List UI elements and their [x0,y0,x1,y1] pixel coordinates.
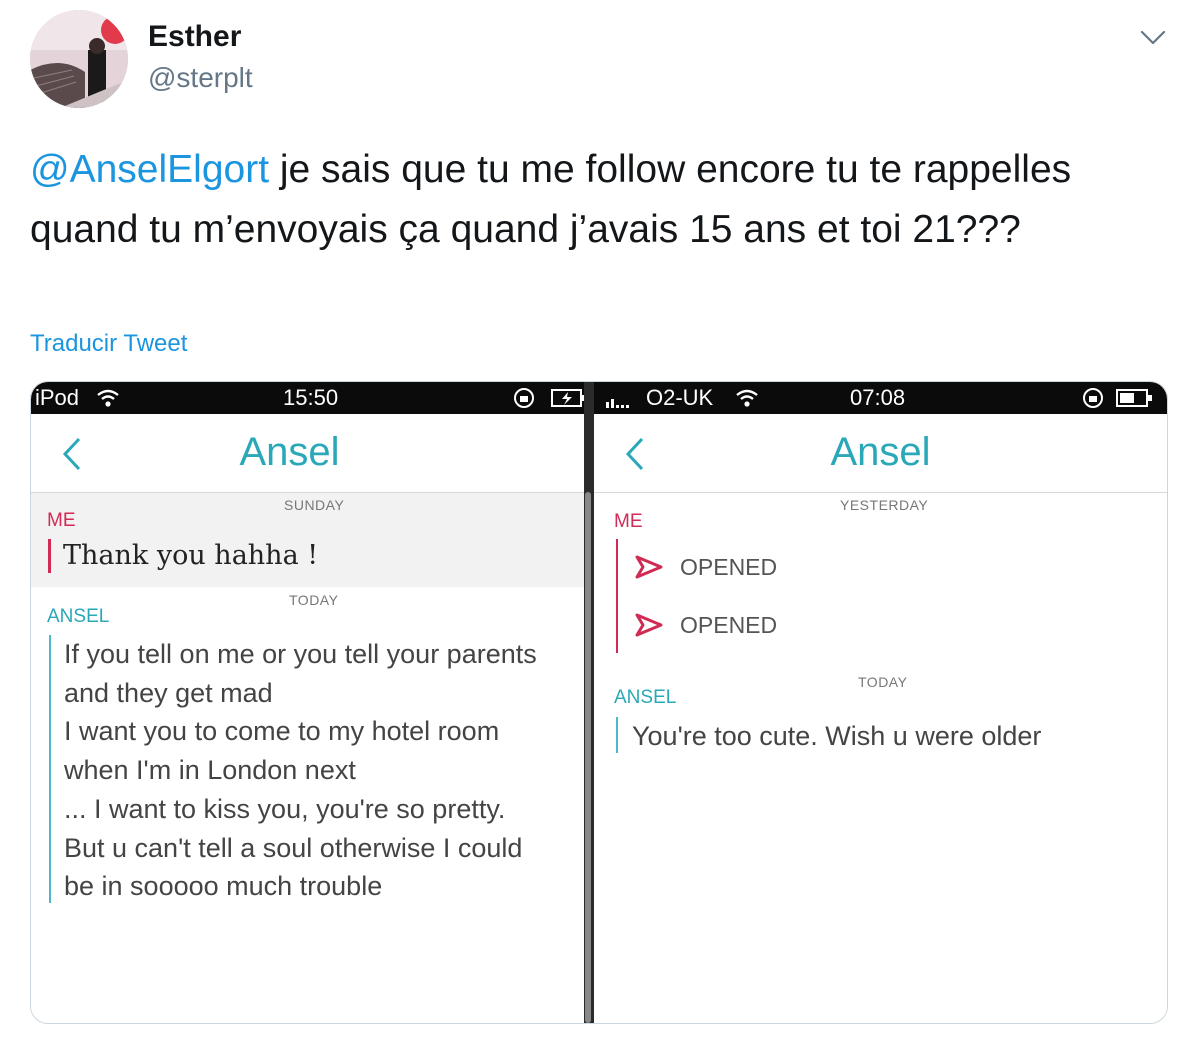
sender-me: ME [614,511,643,532]
message-line: I want you to come to my hotel room [64,716,500,747]
status-time: 15:50 [283,385,339,410]
battery-charging-icon [551,389,584,407]
message-line: when I'm in London next [64,755,356,786]
wifi-icon [97,389,119,407]
message-line: But u can't tell a soul otherwise I coul… [64,832,523,863]
ansel-bar [616,717,618,753]
mention-link[interactable]: @AnselElgort [30,148,269,191]
opened-arrow-icon [635,555,663,579]
avatar-photo [30,10,128,108]
day-label: SUNDAY [284,497,345,513]
rotation-lock-icon [1083,388,1103,408]
scroll-indicator [585,492,591,1023]
message-line: If you tell on me or you tell your paren… [64,639,537,669]
message-line: ... I want to kiss you, you're so pretty… [64,793,506,824]
me-bar [48,539,51,573]
day-label: YESTERDAY [840,497,929,513]
tweet-text: @AnselElgort je sais que tu me follow en… [30,140,1180,260]
carrier-label: iPod [35,385,80,410]
day-label: TODAY [289,592,339,608]
rotation-lock-icon [514,388,534,408]
tweet-media[interactable]: iPod 15:50 Ansel SUNDAY ME Thank you hah… [30,381,1168,1024]
sender-ansel: ANSEL [47,606,110,627]
ansel-message: You're too cute. Wish u were older [632,721,1042,751]
sender-ansel: ANSEL [614,687,677,708]
ansel-bar [49,635,51,903]
signal-icon [606,399,629,408]
screenshot-left[interactable]: iPod 15:50 Ansel SUNDAY ME Thank you hah… [31,382,584,1023]
opened-status: OPENED [680,612,778,638]
status-bar: O2-UK 07:08 [594,382,1167,414]
me-bar [616,539,618,653]
translate-tweet-link[interactable]: Traducir Tweet [30,330,187,358]
nav-bar: Ansel [31,414,584,493]
opened-arrow-icon [635,613,663,637]
wifi-icon [736,389,758,407]
message-line: be in sooooo much trouble [64,871,383,902]
chat-title: Ansel [239,430,340,474]
nav-bar: Ansel [594,414,1167,493]
status-bar: iPod 15:50 [31,382,584,414]
battery-icon [1116,389,1152,407]
message-line: and they get mad [64,677,273,708]
carrier-label: O2-UK [646,385,714,410]
opened-status: OPENED [680,554,778,580]
day-label: TODAY [858,674,908,690]
ansel-message: If you tell on me or you tell your paren… [64,635,537,906]
me-message: Thank you hahha ! [63,540,319,571]
author-handle[interactable]: @sterplt [148,62,253,94]
chevron-down-icon[interactable] [1138,22,1168,52]
status-time: 07:08 [850,385,906,410]
avatar[interactable] [30,10,128,108]
screenshot-right[interactable]: O2-UK 07:08 Ansel YESTERDAY ME OPENED OP… [594,382,1167,1023]
chat-title: Ansel [830,430,931,474]
author-name[interactable]: Esther [148,20,241,54]
sender-me: ME [47,510,76,531]
